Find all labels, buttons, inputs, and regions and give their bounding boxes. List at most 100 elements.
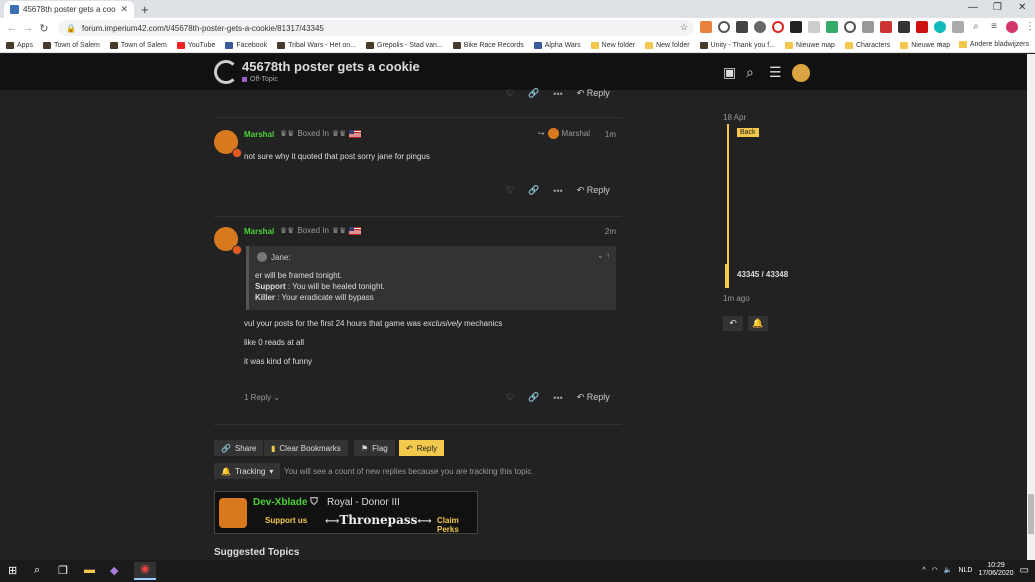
topic-reply-button[interactable]: ↶ Reply (399, 440, 445, 456)
bookmark-apps[interactable]: Apps (6, 41, 33, 49)
browser-tab[interactable]: 45678th poster gets a cookie - ... ✕ (4, 1, 134, 18)
extension-icon[interactable] (790, 21, 802, 33)
file-explorer-icon[interactable]: ▬ (84, 564, 95, 576)
bookmark-item[interactable]: Unity - Thank you f... (699, 41, 775, 49)
bookmark-folder[interactable]: New folder (645, 41, 690, 49)
visual-studio-icon[interactable]: ◆ (110, 564, 118, 577)
new-tab-button[interactable]: + (141, 2, 149, 17)
extension-icon[interactable] (880, 21, 892, 33)
clear-bookmarks-button[interactable]: ▮ Clear Bookmarks (264, 440, 348, 456)
post-author-avatar[interactable] (214, 130, 242, 158)
bookmark-item[interactable]: YouTube (176, 41, 215, 49)
notifications-icon[interactable]: ▭ (1020, 565, 1029, 576)
volume-icon[interactable]: 🔈 (944, 566, 953, 574)
timeline-reply-icon[interactable]: ↶ (723, 316, 743, 331)
extension-icon[interactable] (808, 21, 820, 33)
bookmark-item[interactable]: Alpha Wars (533, 41, 581, 49)
restore-icon[interactable]: ❐ (993, 2, 1002, 13)
bookmark-star-icon[interactable]: ☆ (680, 22, 688, 33)
extension-icon[interactable] (862, 21, 874, 33)
site-logo[interactable] (214, 60, 238, 84)
post-timestamp[interactable]: 2m (605, 227, 616, 236)
post-username[interactable]: Marshal (244, 227, 274, 236)
address-bar[interactable]: 🔒 forum.imperium42.com/t/45678th-poster-… (58, 20, 694, 36)
support-link[interactable]: Support us (265, 516, 307, 525)
topic-category[interactable]: Off-Topic (242, 76, 278, 83)
donor-banner[interactable]: Dev-Xblade ⛉ Royal - Donor III Support u… (214, 491, 478, 534)
close-tab-icon[interactable]: ✕ (120, 4, 128, 15)
extension-icon[interactable] (736, 21, 748, 33)
extension-icon[interactable] (898, 21, 910, 33)
like-heart-icon[interactable]: ♡ (506, 185, 514, 196)
replies-toggle[interactable]: 1 Reply ⌄ (244, 393, 280, 402)
timeline-last-post[interactable]: 1m ago (723, 294, 750, 303)
forward-arrow-icon[interactable]: → (20, 22, 36, 34)
post-timestamp[interactable]: 1m (605, 130, 616, 139)
task-view-icon[interactable]: ❐ (58, 564, 68, 577)
window-close-icon[interactable]: ✕ (1018, 2, 1026, 13)
media-icon[interactable]: ≡ (988, 21, 1000, 33)
more-bookmarks-chevron[interactable]: » (938, 41, 942, 48)
clock[interactable]: 10:29 17/06/2020 (979, 562, 1014, 578)
page-scrollbar[interactable] (1027, 54, 1035, 560)
back-arrow-icon[interactable]: ← (4, 22, 20, 34)
copy-link-icon[interactable]: 🔗 (528, 392, 539, 403)
windows-start-icon[interactable]: ⊞ (8, 564, 17, 577)
copy-link-icon[interactable]: 🔗 (528, 185, 539, 196)
copy-link-icon[interactable]: 🔗 (528, 88, 539, 99)
extension-icon[interactable] (754, 21, 766, 33)
chat-icon[interactable]: ▣ (723, 64, 736, 81)
topic-title[interactable]: 45678th poster gets a cookie (242, 59, 420, 74)
search-icon[interactable]: ⌕ (970, 21, 982, 33)
bookmark-item[interactable]: Bike Race Records (452, 41, 524, 49)
bookmark-item[interactable]: Town of Salem (109, 41, 167, 49)
tracking-dropdown[interactable]: 🔔 Tracking ▾ (214, 463, 281, 479)
bookmark-item[interactable]: Tribal Wars - Het on... (277, 41, 356, 49)
extension-icon[interactable] (826, 21, 838, 33)
hamburger-menu-icon[interactable]: ☰ (769, 64, 782, 81)
extension-icon[interactable] (934, 21, 946, 33)
reply-button[interactable]: ↶ Reply (577, 392, 610, 403)
bookmark-folder[interactable]: Nieuwe map (785, 41, 835, 49)
claim-perks-link[interactable]: Claim Perks (437, 516, 477, 534)
timeline-back-button[interactable]: Back (737, 128, 759, 137)
reply-button[interactable]: ↶ Reply (577, 185, 610, 196)
extension-icon[interactable] (772, 21, 784, 33)
more-options-icon[interactable]: ••• (553, 393, 562, 403)
more-options-icon[interactable]: ••• (553, 89, 562, 99)
bookmark-folder[interactable]: Characters (844, 41, 890, 49)
reply-button[interactable]: ↶ Reply (577, 88, 610, 99)
post-username[interactable]: Marshal (244, 130, 274, 139)
extension-icon[interactable] (952, 21, 964, 33)
tray-chevron-icon[interactable]: ^ (922, 567, 925, 574)
bookmark-folder[interactable]: New folder (590, 41, 635, 49)
taskbar-search-icon[interactable]: ⌕ (34, 564, 40, 577)
minimize-icon[interactable]: — (968, 2, 978, 13)
quote-expand-icon[interactable]: ⌄ ↑ (597, 251, 610, 260)
chrome-icon[interactable]: ◉ (134, 562, 156, 580)
timeline-handle[interactable] (725, 264, 729, 288)
extension-icon[interactable] (718, 21, 730, 33)
language-indicator[interactable]: NLD (958, 567, 972, 574)
reload-icon[interactable]: ↻ (36, 22, 52, 35)
other-bookmarks[interactable]: » Andere bladwijzers (938, 41, 1029, 48)
reply-to-tab[interactable]: ↪ Marshal (538, 128, 590, 139)
timeline-bell-icon[interactable]: 🔔 (748, 316, 768, 331)
quote-header[interactable]: Jane: (257, 252, 291, 262)
like-heart-icon[interactable]: ♡ (506, 392, 514, 403)
profile-avatar-icon[interactable] (1006, 21, 1018, 33)
menu-dots-icon[interactable]: ⋮ (1024, 21, 1035, 33)
share-button[interactable]: 🔗 Share (214, 440, 264, 456)
timeline-start-date[interactable]: 18 Apr (723, 113, 746, 122)
network-icon[interactable]: ◠ (932, 566, 938, 574)
search-icon[interactable]: ⌕ (746, 64, 754, 81)
extension-icon[interactable] (700, 21, 712, 33)
bookmark-item[interactable]: Facebook (225, 41, 267, 49)
timeline-track[interactable] (727, 124, 729, 280)
scrollbar-thumb[interactable] (1028, 494, 1034, 534)
user-avatar[interactable] (792, 64, 810, 82)
more-options-icon[interactable]: ••• (553, 186, 562, 196)
extension-icon[interactable] (844, 21, 856, 33)
bookmark-item[interactable]: Grepolis - Stad van... (366, 41, 443, 49)
flag-button[interactable]: ⚑ Flag (354, 440, 395, 456)
